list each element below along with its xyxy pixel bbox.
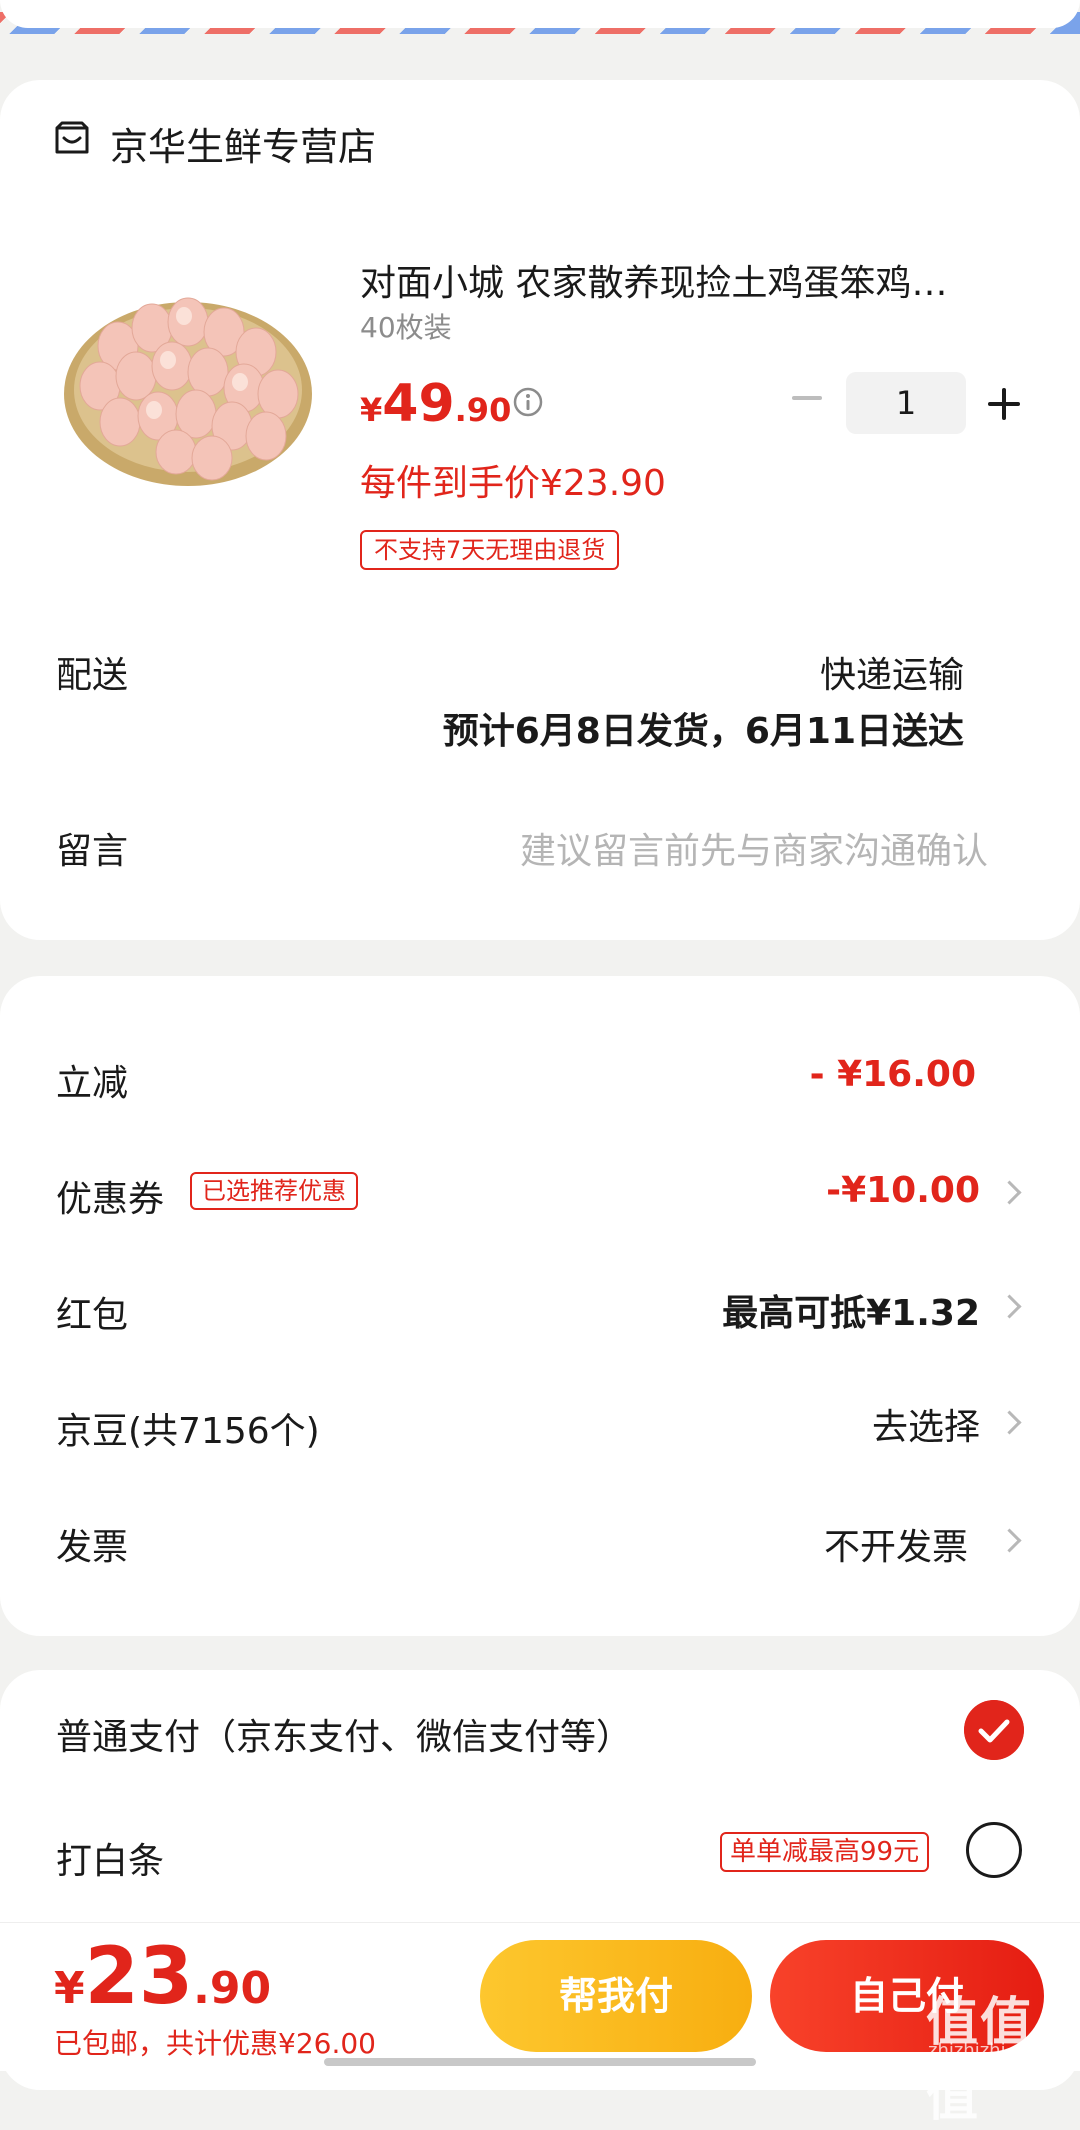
instant-discount-label: 立减 [56, 1063, 129, 1104]
product-spec: 40枚装 [360, 311, 452, 344]
total-summary: 已包邮，共计优惠¥26.00 [54, 2027, 376, 2060]
product-price: ¥49.90 [360, 374, 511, 434]
price-integer: 49 [382, 374, 455, 434]
quantity-input[interactable]: 1 [846, 372, 966, 434]
airmail-border [0, 0, 1080, 44]
invoice-value[interactable]: 不开发票 [824, 1518, 968, 1570]
help-pay-button[interactable]: 帮我付 [480, 1940, 752, 2052]
product-image[interactable] [60, 276, 316, 492]
remark-label: 留言 [56, 831, 129, 872]
total-decimal: .90 [193, 1963, 272, 2014]
redpacket-label[interactable]: 红包 [56, 1286, 128, 1338]
store-icon [55, 121, 89, 154]
coupon-value[interactable]: -¥10.00 [826, 1170, 980, 1211]
home-indicator[interactable] [324, 2058, 756, 2066]
delivery-label: 配送 [56, 655, 129, 696]
jingdou-value[interactable]: 去选择 [872, 1398, 980, 1450]
jingdou-label[interactable]: 京豆(共7156个) [56, 1402, 320, 1454]
invoice-label[interactable]: 发票 [56, 1518, 128, 1570]
final-unit-price: 每件到手价¥23.90 [360, 463, 666, 504]
total-price: ¥23.90 [54, 1932, 271, 2022]
top-card-edge [0, 0, 1080, 28]
delivery-eta: 预计6月8日发货，6月11日送达 [442, 711, 964, 752]
checkmark-selected-icon[interactable] [964, 1700, 1024, 1760]
delivery-method[interactable]: 快递运输 [820, 646, 964, 698]
baitiao-radio[interactable] [966, 1822, 1022, 1878]
total-currency: ¥ [54, 1963, 85, 2014]
store-name[interactable]: 京华生鲜专营店 [110, 116, 376, 171]
redpacket-value[interactable]: 最高可抵¥1.32 [722, 1284, 980, 1336]
watermark-url: zhizhizhi.com [928, 2040, 1050, 2061]
instant-discount-value: - ¥16.00 [809, 1054, 976, 1095]
quantity-increase-button[interactable] [988, 388, 1020, 420]
price-decimal: .90 [454, 391, 512, 429]
normal-payment-label[interactable]: 普通支付（京东支付、微信支付等） [56, 1708, 632, 1760]
quantity-decrease-button[interactable] [792, 396, 822, 400]
coupon-label[interactable]: 优惠券 [56, 1170, 164, 1222]
order-item-card [0, 80, 1080, 940]
remark-input[interactable]: 建议留言前先与商家沟通确认 [520, 822, 988, 874]
price-currency: ¥ [360, 391, 383, 429]
baitiao-promo-tag: 单单减最高99元 [720, 1832, 930, 1872]
baitiao-label[interactable]: 打白条 [56, 1832, 164, 1884]
product-title[interactable]: 对面小城 农家散养现捡土鸡蛋笨鸡… [360, 254, 1000, 306]
no-return-tag: 不支持7天无理由退货 [360, 530, 620, 570]
total-integer: 23 [84, 1932, 194, 2022]
coupon-recommended-tag: 已选推荐优惠 [190, 1172, 358, 1210]
info-icon[interactable] [512, 386, 544, 418]
